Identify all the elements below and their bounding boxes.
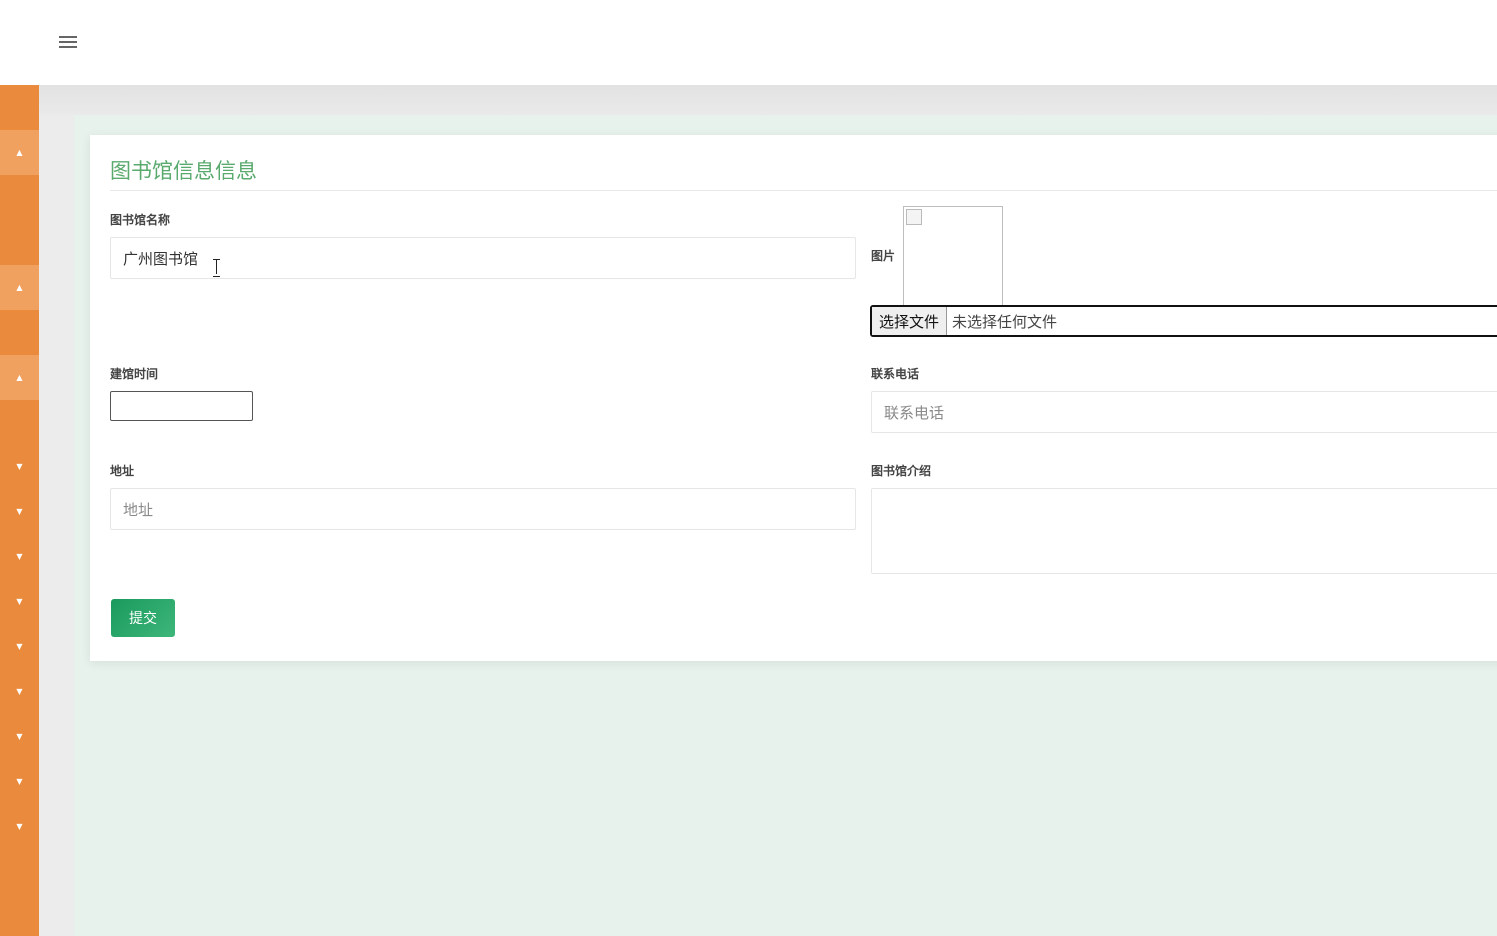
page-title: 图书馆信息信息 xyxy=(110,159,257,183)
sidebar-item-12[interactable]: ▼ xyxy=(0,804,39,849)
caret-down-icon: ▼ xyxy=(16,552,23,561)
hamburger-menu-icon[interactable] xyxy=(59,36,77,50)
sidebar-item-1[interactable]: ▲ xyxy=(0,130,39,175)
caret-up-icon: ▲ xyxy=(16,283,23,292)
caret-down-icon: ▼ xyxy=(16,777,23,786)
sidebar-item-9[interactable]: ▼ xyxy=(0,669,39,714)
phone-input[interactable]: 联系电话 xyxy=(871,391,1497,433)
sidebar-item-3[interactable]: ▲ xyxy=(0,355,39,400)
image-label: 图片 xyxy=(871,249,896,263)
image-preview xyxy=(903,206,1003,306)
title-divider xyxy=(110,190,1497,191)
intro-label: 图书馆介绍 xyxy=(871,464,932,478)
caret-down-icon: ▼ xyxy=(16,822,23,831)
address-label: 地址 xyxy=(110,464,135,478)
header-shadow xyxy=(39,85,1497,115)
sidebar-item-5[interactable]: ▼ xyxy=(0,489,39,534)
sidebar-item-10[interactable]: ▼ xyxy=(0,714,39,759)
content-gutter xyxy=(39,115,74,936)
sidebar-item-8[interactable]: ▼ xyxy=(0,624,39,669)
intro-textarea[interactable] xyxy=(871,488,1497,574)
caret-down-icon: ▼ xyxy=(16,732,23,741)
caret-down-icon: ▼ xyxy=(16,642,23,651)
text-cursor-icon xyxy=(213,259,221,277)
caret-down-icon: ▼ xyxy=(16,597,23,606)
sidebar-item-11[interactable]: ▼ xyxy=(0,759,39,804)
sidebar: ▲ ▲ ▲ ▼ ▼ ▼ ▼ ▼ ▼ ▼ ▼ ▼ xyxy=(0,85,39,936)
sidebar-item-7[interactable]: ▼ xyxy=(0,579,39,624)
founded-date-label: 建馆时间 xyxy=(110,367,159,381)
library-name-input[interactable]: 广州图书馆 xyxy=(110,237,856,279)
caret-down-icon: ▼ xyxy=(16,687,23,696)
caret-up-icon: ▲ xyxy=(16,373,23,382)
library-form-card: 图书馆信息信息 图书馆名称 广州图书馆 图片 选择文件 未选择任何文件 建馆时间… xyxy=(90,135,1497,661)
library-name-label: 图书馆名称 xyxy=(110,213,171,227)
caret-down-icon: ▼ xyxy=(16,462,23,471)
sidebar-item-4[interactable]: ▼ xyxy=(0,444,39,489)
caret-down-icon: ▼ xyxy=(16,507,23,516)
choose-file-button[interactable]: 选择文件 xyxy=(872,307,948,335)
file-status-text: 未选择任何文件 xyxy=(952,312,1058,331)
image-file-input[interactable]: 选择文件 未选择任何文件 xyxy=(870,305,1497,337)
sidebar-item-6[interactable]: ▼ xyxy=(0,534,39,579)
sidebar-item-2[interactable]: ▲ xyxy=(0,265,39,310)
founded-date-input[interactable] xyxy=(110,391,253,421)
submit-button[interactable]: 提交 xyxy=(111,599,175,637)
address-input[interactable]: 地址 xyxy=(110,488,856,530)
broken-image-icon xyxy=(906,209,922,225)
phone-label: 联系电话 xyxy=(871,367,920,381)
caret-up-icon: ▲ xyxy=(16,148,23,157)
top-header xyxy=(0,0,1497,85)
